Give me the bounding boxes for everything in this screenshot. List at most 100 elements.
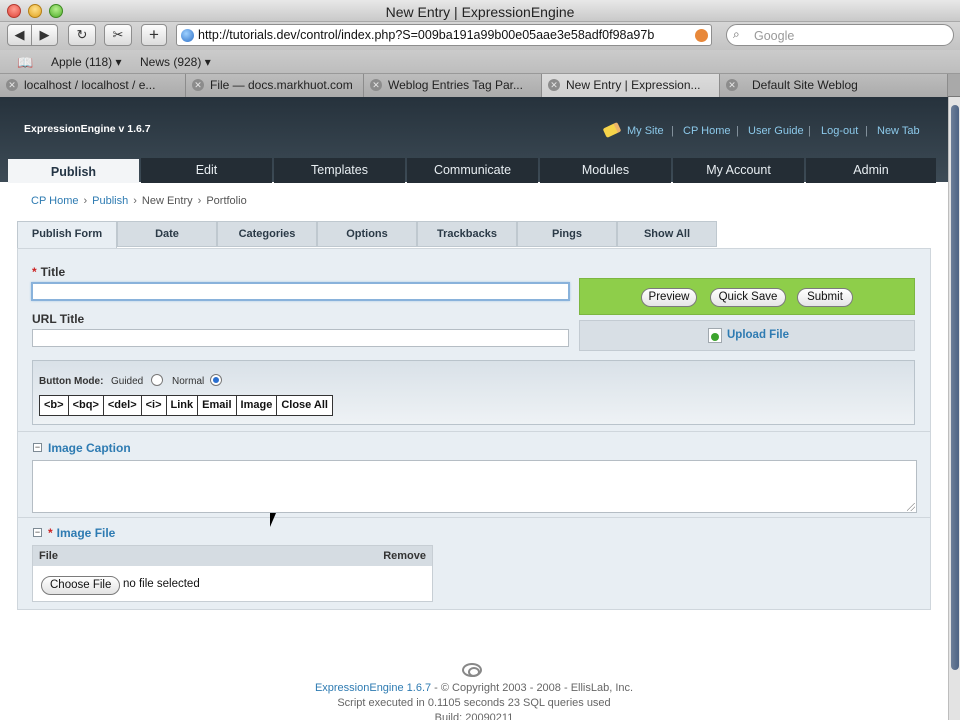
url-title-input[interactable]	[32, 329, 569, 347]
image-file-table: File Remove Choose File no file selected	[32, 545, 433, 602]
format-bold-button[interactable]: <b>	[40, 396, 69, 415]
reload-icon: ↻	[76, 27, 88, 42]
tab-publish-form[interactable]: Publish Form	[17, 221, 117, 248]
bookmark-apple-label: Apple (118)	[51, 55, 113, 69]
browser-tab-label: localhost / localhost / e...	[24, 78, 156, 92]
header-separator: |	[808, 125, 811, 137]
mode-guided-label: Guided	[111, 376, 144, 387]
browser-tab-label: Default Site Weblog	[752, 78, 858, 92]
required-mark: *	[48, 526, 53, 540]
forward-arrow-icon: ▶	[39, 27, 50, 42]
mode-guided-radio[interactable]	[151, 374, 163, 386]
breadcrumb-separator: ›	[133, 195, 137, 207]
tab-categories[interactable]: Categories	[217, 221, 317, 247]
remove-column-header: Remove	[383, 550, 426, 562]
header-link-user-guide[interactable]: User Guide	[748, 125, 804, 137]
title-input[interactable]	[31, 282, 570, 301]
nav-tab-modules[interactable]: Modules	[540, 158, 671, 183]
format-button-bar: <b> <bq> <del> <i> Link Email Image Clos…	[39, 395, 333, 416]
rss-icon[interactable]	[695, 29, 708, 42]
snapshot-button[interactable]: ✂	[104, 24, 132, 46]
preview-button[interactable]: Preview	[641, 288, 697, 307]
close-tab-icon[interactable]: ✕	[726, 79, 738, 91]
mode-normal-radio[interactable]	[210, 374, 222, 386]
format-del-button[interactable]: <del>	[104, 396, 142, 415]
browser-tab[interactable]: ✕ Default Site Weblog	[720, 74, 948, 97]
format-italic-button[interactable]: <i>	[142, 396, 167, 415]
format-close-all-button[interactable]: Close All	[277, 396, 332, 415]
image-caption-textarea[interactable]	[32, 460, 917, 513]
header-link-my-site[interactable]: My Site	[627, 125, 664, 137]
browser-tab[interactable]: ✕ Weblog Entries Tag Par...	[364, 74, 542, 97]
image-file-label-text: Image File	[56, 526, 116, 540]
page-scrollbar[interactable]	[948, 97, 960, 720]
format-link-button[interactable]: Link	[167, 396, 199, 415]
format-email-button[interactable]: Email	[198, 396, 237, 415]
image-caption-label[interactable]: Image Caption	[48, 441, 131, 455]
bookmark-apple[interactable]: Apple (118) ▾	[51, 55, 122, 69]
mode-normal-label: Normal	[172, 376, 205, 387]
close-tab-icon[interactable]: ✕	[192, 79, 204, 91]
tab-show-all[interactable]: Show All	[617, 221, 717, 247]
header-link-new-tab[interactable]: New Tab	[877, 125, 920, 137]
browser-tab-active[interactable]: ✕ New Entry | Expression...	[542, 74, 720, 97]
no-file-text: no file selected	[123, 578, 200, 590]
format-image-button[interactable]: Image	[237, 396, 278, 415]
search-placeholder: Google	[754, 29, 795, 43]
tab-options[interactable]: Options	[317, 221, 417, 247]
upload-file-icon	[708, 328, 722, 343]
browser-tab[interactable]: ✕ File — docs.markhuot.com	[186, 74, 364, 97]
image-file-label[interactable]: * Image File	[48, 526, 115, 540]
header-separator: |	[671, 125, 674, 137]
nav-tab-edit[interactable]: Edit	[141, 158, 272, 183]
footer-build: Build: 20090211	[434, 712, 514, 720]
tab-pings[interactable]: Pings	[517, 221, 617, 247]
close-tab-icon[interactable]: ✕	[370, 79, 382, 91]
upload-file-link[interactable]: Upload File	[727, 329, 789, 341]
add-bookmark-button[interactable]: +	[141, 24, 167, 46]
window-titlebar: New Entry | ExpressionEngine	[0, 0, 960, 22]
collapse-caption-icon[interactable]: −	[33, 443, 42, 452]
breadcrumb-publish[interactable]: Publish	[92, 195, 128, 207]
forward-button[interactable]: ▶	[32, 24, 58, 46]
required-mark: *	[32, 265, 37, 279]
nav-tab-communicate[interactable]: Communicate	[407, 158, 538, 183]
choose-file-button[interactable]: Choose File	[41, 576, 121, 595]
format-blockquote-button[interactable]: <bq>	[69, 396, 104, 415]
header-separator: |	[865, 125, 868, 137]
header-link-logout[interactable]: Log-out	[821, 125, 858, 137]
reload-button[interactable]: ↻	[68, 24, 96, 46]
quick-save-button[interactable]: Quick Save	[710, 288, 786, 307]
url-title-label: URL Title	[32, 312, 85, 326]
collapse-image-file-icon[interactable]: −	[33, 528, 42, 537]
breadcrumb-new-entry: New Entry	[141, 195, 193, 207]
bookmarks-book-icon[interactable]: 📖	[17, 55, 33, 71]
tab-trackbacks[interactable]: Trackbacks	[417, 221, 517, 247]
window-title: New Entry | ExpressionEngine	[385, 4, 575, 20]
scrollbar-thumb[interactable]	[951, 105, 959, 670]
browser-tab[interactable]: ✕ localhost / localhost / e...	[0, 74, 186, 97]
breadcrumb-separator: ›	[197, 195, 202, 207]
close-tab-icon[interactable]: ✕	[548, 79, 560, 91]
browser-tab-label: File — docs.markhuot.com	[210, 78, 353, 92]
file-column-header: File	[39, 550, 58, 562]
address-bar[interactable]: http://tutorials.dev/control/index.php?S…	[176, 24, 712, 46]
nav-tab-publish[interactable]: Publish	[8, 159, 139, 184]
bookmark-news[interactable]: News (928) ▾	[140, 55, 211, 69]
footer-product-link[interactable]: ExpressionEngine 1.6.7	[315, 682, 431, 694]
tab-date[interactable]: Date	[117, 221, 217, 247]
header-link-cp-home[interactable]: CP Home	[683, 125, 730, 137]
breadcrumb-cp-home[interactable]: CP Home	[31, 195, 78, 207]
submit-button[interactable]: Submit	[797, 288, 853, 307]
back-button[interactable]: ◀	[7, 24, 32, 46]
resize-grip-icon[interactable]	[907, 503, 915, 511]
nav-tab-my-account[interactable]: My Account	[673, 158, 804, 183]
close-tab-icon[interactable]: ✕	[6, 79, 18, 91]
file-table-header: File Remove	[33, 546, 432, 566]
upload-file-box[interactable]: Upload File	[579, 320, 915, 351]
search-field[interactable]: ⌕ Google	[726, 24, 954, 46]
nav-tab-admin[interactable]: Admin	[806, 158, 936, 183]
formatting-buttons-box: Button Mode: Guided Normal <b> <bq> <del…	[32, 360, 915, 425]
mouse-cursor-icon	[270, 513, 276, 527]
nav-tab-templates[interactable]: Templates	[274, 158, 405, 183]
